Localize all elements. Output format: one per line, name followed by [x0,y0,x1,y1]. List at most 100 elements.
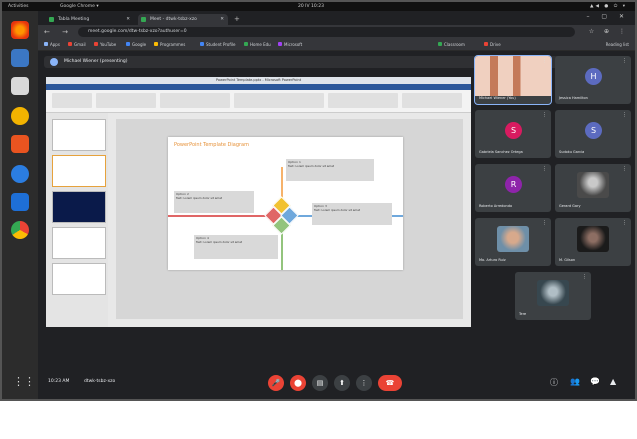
captions-button[interactable]: ▤ [312,375,328,391]
participant-tile[interactable]: Tere ⋮ [515,272,591,320]
more-options-icon[interactable]: ⋮ [582,274,587,280]
ribbon-group [328,93,398,108]
present-button[interactable]: ⬆ [334,375,350,391]
mic-toggle-button[interactable]: 🎤 [268,375,284,391]
rhythmbox-icon[interactable] [11,107,29,125]
bookmark-item[interactable]: Student Profile [200,41,235,48]
chrome-icon[interactable] [11,221,29,239]
slide-thumbnail[interactable] [52,191,106,223]
activities-icon[interactable]: ▲ [610,377,616,386]
presenter-avatar-icon [50,58,58,66]
participant-tile[interactable]: Michael Wiener (You) ⋮ [474,55,552,105]
meet-favicon-icon [141,17,146,22]
slide-title: PowerPoint Template Diagram [174,142,249,148]
text-box[interactable]: Option 1 Text: Lorem ipsum dolor sit ame… [286,159,374,181]
tab-tabla-meeting[interactable]: Tabla Meeting ✕ [46,14,134,25]
connector-line [168,215,268,217]
participant-tile[interactable]: S Gabriela Sanchez Ortega ⋮ [475,110,551,158]
bookmark-item[interactable]: Google [126,41,146,48]
bookmark-item[interactable]: Home Edu [244,41,271,48]
folder-icon [154,42,158,46]
ubuntu-top-bar: Activities Google Chrome ▾ 20 IV 10:23 ▲… [2,2,635,11]
ppt-ribbon [46,90,471,113]
show-apps-icon[interactable]: ⋮⋮⋮ [13,375,46,389]
camera-toggle-button[interactable]: ⬤ [290,375,306,391]
bookmark-icon [44,42,48,46]
close-icon[interactable]: ✕ [126,14,130,25]
bookmark-item[interactable]: Programmes [154,41,185,48]
more-options-icon[interactable]: ⋮ [622,166,627,172]
text-box[interactable]: Option 3 Text: Lorem ipsum dolor sit ame… [312,203,392,225]
bookmark-item[interactable]: Gmail [68,41,86,48]
close-icon[interactable]: ✕ [220,14,224,25]
firefox-icon[interactable] [11,21,29,39]
slide-thumbnails [46,113,108,327]
more-options-icon[interactable]: ⋮ [542,58,547,64]
info-icon[interactable]: ⓘ [550,377,558,388]
slide-thumbnail-selected[interactable] [52,155,106,187]
url-text: meet.google.com/dtw-tsbz-xzo?authuser=0 [88,29,187,34]
current-slide: PowerPoint Template Diagram Option 1 Tex… [168,137,403,270]
meet-control-bar: 10:23 AM dtwk-tsbz-xzo 🎤 ⬤ ▤ ⬆ ⋮ ☎ ⓘ 👥 💬… [38,367,635,399]
participant-tile[interactable]: Gerard Gary ⋮ [555,164,631,212]
ppt-title-bar: PowerPoint Template.pptx - Microsoft Pow… [46,77,471,84]
clock[interactable]: 20 IV 10:23 [298,2,324,11]
meet-favicon-icon [49,17,54,22]
ubuntu-dock: ⋮⋮⋮ [2,11,46,399]
thunderbird-icon[interactable] [11,49,29,67]
tab-strip: Tabla Meeting ✕ Meet - dtwk-tsbz-xzo ✕ +… [38,11,635,25]
bookmark-item[interactable]: Microsoft [278,41,302,48]
text-box[interactable]: Option 2 Text: Lorem ipsum dolor sit ame… [174,191,254,213]
participant-tile[interactable]: R Roberto Arredondo ⋮ [475,164,551,212]
address-input[interactable]: meet.google.com/dtw-tsbz-xzo?authuser=0 [78,27,575,37]
participant-tile[interactable]: Mo. Arturo Ruiz ⋮ [475,218,551,266]
bookmark-item[interactable]: YouTube [94,41,116,48]
tab-meet[interactable]: Meet - dtwk-tsbz-xzo ✕ [138,14,228,25]
more-options-icon[interactable]: ⋮ [622,220,627,226]
extension-icons[interactable]: ☆ ⊕ ⋮ [589,26,629,38]
connector-line [281,167,283,199]
bookmarks-bar: Apps Gmail YouTube Google Programmes Stu… [38,39,635,51]
more-options-icon[interactable]: ⋮ [542,220,547,226]
hang-up-button[interactable]: ☎ [378,375,402,391]
more-options-icon[interactable]: ⋮ [542,112,547,118]
slide-thumbnail[interactable] [52,119,106,151]
more-options-icon[interactable]: ⋮ [622,112,627,118]
more-options-icon[interactable]: ⋮ [542,166,547,172]
bookmark-item[interactable]: Apps [44,41,60,48]
bookmark-item[interactable]: Drive [484,41,501,48]
avatar: R [505,176,522,193]
activities-button[interactable]: Activities [8,2,29,11]
bookmark-item[interactable]: Classroom [438,41,465,48]
slide-thumbnail[interactable] [52,263,106,295]
avatar: S [505,122,522,139]
participant-tile[interactable]: H Jessica Hamilton ⋮ [555,56,631,104]
video-feed [475,56,551,96]
text-box[interactable]: Option 4 Text: Lorem ipsum dolor sit ame… [194,235,278,259]
profile-icon [200,42,204,46]
participant-tile[interactable]: S Sudoku Garcia ⋮ [555,110,631,158]
meeting-time: 10:23 AM [48,379,70,384]
participant-tile[interactable]: M. Gilson ⋮ [555,218,631,266]
app-menu[interactable]: Google Chrome ▾ [60,2,99,11]
help-icon[interactable] [11,165,29,183]
more-options-button[interactable]: ⋮ [356,375,372,391]
reading-list-button[interactable]: Reading list [606,41,629,48]
chat-icon[interactable]: 💬 [590,377,600,386]
software-icon[interactable] [11,135,29,153]
people-icon[interactable]: 👥 [570,377,580,386]
tab-label: Tabla Meeting [58,17,90,22]
files-icon[interactable] [11,77,29,95]
screenshot-frame: Activities Google Chrome ▾ 20 IV 10:23 ▲… [0,0,637,401]
document-icon[interactable] [11,193,29,211]
video-feed [497,226,529,252]
youtube-icon [94,42,98,46]
new-tab-button[interactable]: + [234,14,240,25]
home-icon [244,42,248,46]
avatar: H [585,68,602,85]
more-options-icon[interactable]: ⋮ [622,58,627,64]
system-tray[interactable]: ▲◀ ● ⏻ ▾ [590,2,627,11]
window-controls[interactable]: – ▢ ✕ [586,13,629,20]
video-feed [537,280,569,306]
slide-thumbnail[interactable] [52,227,106,259]
